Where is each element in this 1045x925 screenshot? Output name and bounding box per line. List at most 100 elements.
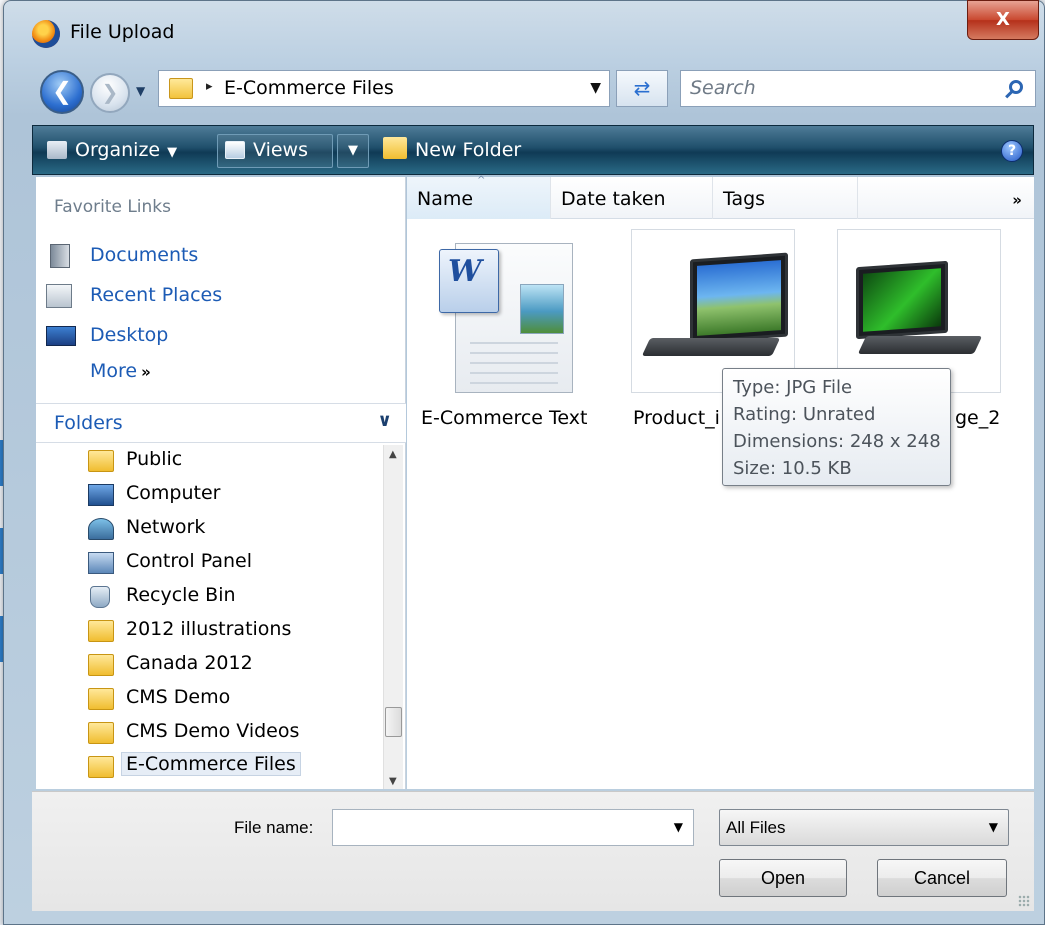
favorite-links-header: Favorite Links <box>54 197 172 217</box>
cancel-button[interactable]: Cancel <box>877 859 1007 897</box>
firefox-icon <box>32 20 60 48</box>
favorite-link-label: Desktop <box>90 324 169 346</box>
favorite-link-recent-places[interactable]: Recent Places <box>46 281 386 311</box>
tree-item-canada-2012[interactable]: Canada 2012 <box>86 649 366 681</box>
favorite-link-documents[interactable]: Documents <box>46 241 386 271</box>
forward-button[interactable]: ❯ <box>90 73 130 113</box>
recent-places-icon <box>46 284 72 308</box>
tree-item-label: E-Commerce Files <box>121 752 301 776</box>
column-label: Date taken <box>561 188 666 210</box>
command-bar: Organize ▼ Views ▼ New Folder ? <box>32 125 1034 175</box>
search-input[interactable]: Search <box>680 70 1036 107</box>
folder-icon <box>88 688 114 710</box>
tree-item-label: Public <box>126 448 183 470</box>
folder-tree: Public Computer Network Control Panel Re… <box>36 445 386 789</box>
folder-icon <box>88 756 114 778</box>
tree-item-control-panel[interactable]: Control Panel <box>86 547 366 579</box>
views-icon <box>225 141 245 159</box>
tree-item-label: CMS Demo <box>126 686 231 708</box>
close-button[interactable]: X <box>967 0 1039 40</box>
tree-item-public[interactable]: Public <box>86 445 366 477</box>
folders-header[interactable]: Folders ∨ <box>36 403 406 443</box>
views-label: Views <box>253 139 308 161</box>
recycle-bin-icon <box>90 586 110 608</box>
tree-item-recycle-bin[interactable]: Recycle Bin <box>86 581 366 613</box>
new-folder-label: New Folder <box>415 139 522 161</box>
computer-icon <box>88 484 114 506</box>
breadcrumb-current-folder[interactable]: E-Commerce Files <box>224 77 394 99</box>
folder-icon <box>88 722 114 744</box>
views-label-wrap[interactable]: Views <box>225 137 308 165</box>
folder-icon <box>88 654 114 676</box>
file-name: ge_2 <box>955 407 1001 429</box>
back-button[interactable]: ❮ <box>40 70 84 114</box>
chevron-down-icon[interactable]: ∨ <box>377 410 392 431</box>
desktop-icon <box>46 326 76 346</box>
search-placeholder: Search <box>690 77 756 99</box>
organize-icon <box>47 141 67 159</box>
tree-item-label: Recycle Bin <box>126 584 236 606</box>
tooltip-dimensions: Dimensions: 248 x 248 <box>733 431 941 452</box>
more-links[interactable]: More» <box>90 360 151 382</box>
column-header-tags[interactable]: Tags <box>713 177 858 219</box>
file-name-input[interactable]: ▼ <box>332 809 694 846</box>
favorite-link-label: Recent Places <box>90 284 223 306</box>
tree-item-e-commerce-files[interactable]: E-Commerce Files <box>86 751 366 783</box>
breadcrumb-separator[interactable]: ▸ <box>206 79 213 94</box>
tree-item-cms-demo[interactable]: CMS Demo <box>86 683 366 715</box>
column-header-name[interactable]: ^ Name <box>407 175 551 219</box>
views-dropdown-button[interactable]: ▼ <box>337 134 369 168</box>
file-name-label: File name: <box>234 818 314 837</box>
laptop-base <box>641 338 781 356</box>
address-dropdown-icon[interactable]: ▼ <box>590 80 601 96</box>
recent-pages-dropdown[interactable]: ▼ <box>136 84 145 98</box>
folder-icon <box>88 620 114 642</box>
organize-label: Organize <box>75 139 161 161</box>
scroll-up-icon[interactable]: ▲ <box>389 449 397 460</box>
tree-item-label: Network <box>126 516 206 538</box>
resize-grip-icon[interactable] <box>1018 895 1030 907</box>
control-panel-icon <box>88 552 114 574</box>
word-document-icon: W <box>417 229 581 393</box>
column-header-bar: ^ Name Date taken Tags » <box>407 175 1034 219</box>
scroll-down-icon[interactable]: ▼ <box>389 776 397 787</box>
organize-button[interactable]: Organize ▼ <box>47 137 177 165</box>
column-header-date-taken[interactable]: Date taken <box>551 177 713 219</box>
tree-item-cms-demo-videos[interactable]: CMS Demo Videos <box>86 717 366 749</box>
file-name: Product_i <box>633 407 720 429</box>
file-info-tooltip: Type: JPG File Rating: Unrated Dimension… <box>722 368 951 486</box>
scroll-thumb[interactable] <box>385 707 402 737</box>
tooltip-size: Size: 10.5 KB <box>733 458 852 479</box>
folders-label: Folders <box>54 412 123 434</box>
tree-item-network[interactable]: Network <box>86 513 366 545</box>
tree-item-2012-illustrations[interactable]: 2012 illustrations <box>86 615 366 647</box>
file-type-select[interactable]: All Files ▼ <box>719 809 1009 846</box>
sort-ascending-icon: ^ <box>477 175 486 186</box>
laptop-screen <box>856 260 948 340</box>
new-folder-button[interactable]: New Folder <box>383 137 521 165</box>
tree-item-computer[interactable]: Computer <box>86 479 366 511</box>
more-label: More <box>90 360 138 382</box>
search-icon[interactable] <box>1009 80 1023 94</box>
tree-item-label: 2012 illustrations <box>126 618 292 640</box>
help-icon[interactable]: ? <box>1001 140 1023 162</box>
tree-item-label: Canada 2012 <box>126 652 253 674</box>
column-label: Tags <box>723 188 766 210</box>
address-bar[interactable]: ▸ E-Commerce Files ▼ <box>158 70 610 107</box>
file-item[interactable]: W E-Commerce Text <box>417 229 589 439</box>
more-columns-icon[interactable]: » <box>1012 191 1022 209</box>
favorite-link-desktop[interactable]: Desktop <box>46 321 386 351</box>
folder-icon <box>169 78 193 99</box>
window-title: File Upload <box>70 21 175 43</box>
tree-item-label: CMS Demo Videos <box>126 720 300 742</box>
tree-item-label: Control Panel <box>126 550 252 572</box>
file-name-dropdown-icon[interactable]: ▼ <box>674 820 683 834</box>
file-name: E-Commerce Text <box>421 407 588 429</box>
laptop-screen <box>690 252 788 344</box>
folder-tree-scrollbar[interactable]: ▲ ▼ <box>383 445 403 789</box>
open-button[interactable]: Open <box>719 859 847 897</box>
refresh-button[interactable]: ⇄ <box>616 70 668 107</box>
tooltip-type: Type: JPG File <box>733 377 853 398</box>
chevron-down-icon: ▼ <box>167 145 178 160</box>
chevron-down-icon[interactable]: ▼ <box>989 820 998 834</box>
